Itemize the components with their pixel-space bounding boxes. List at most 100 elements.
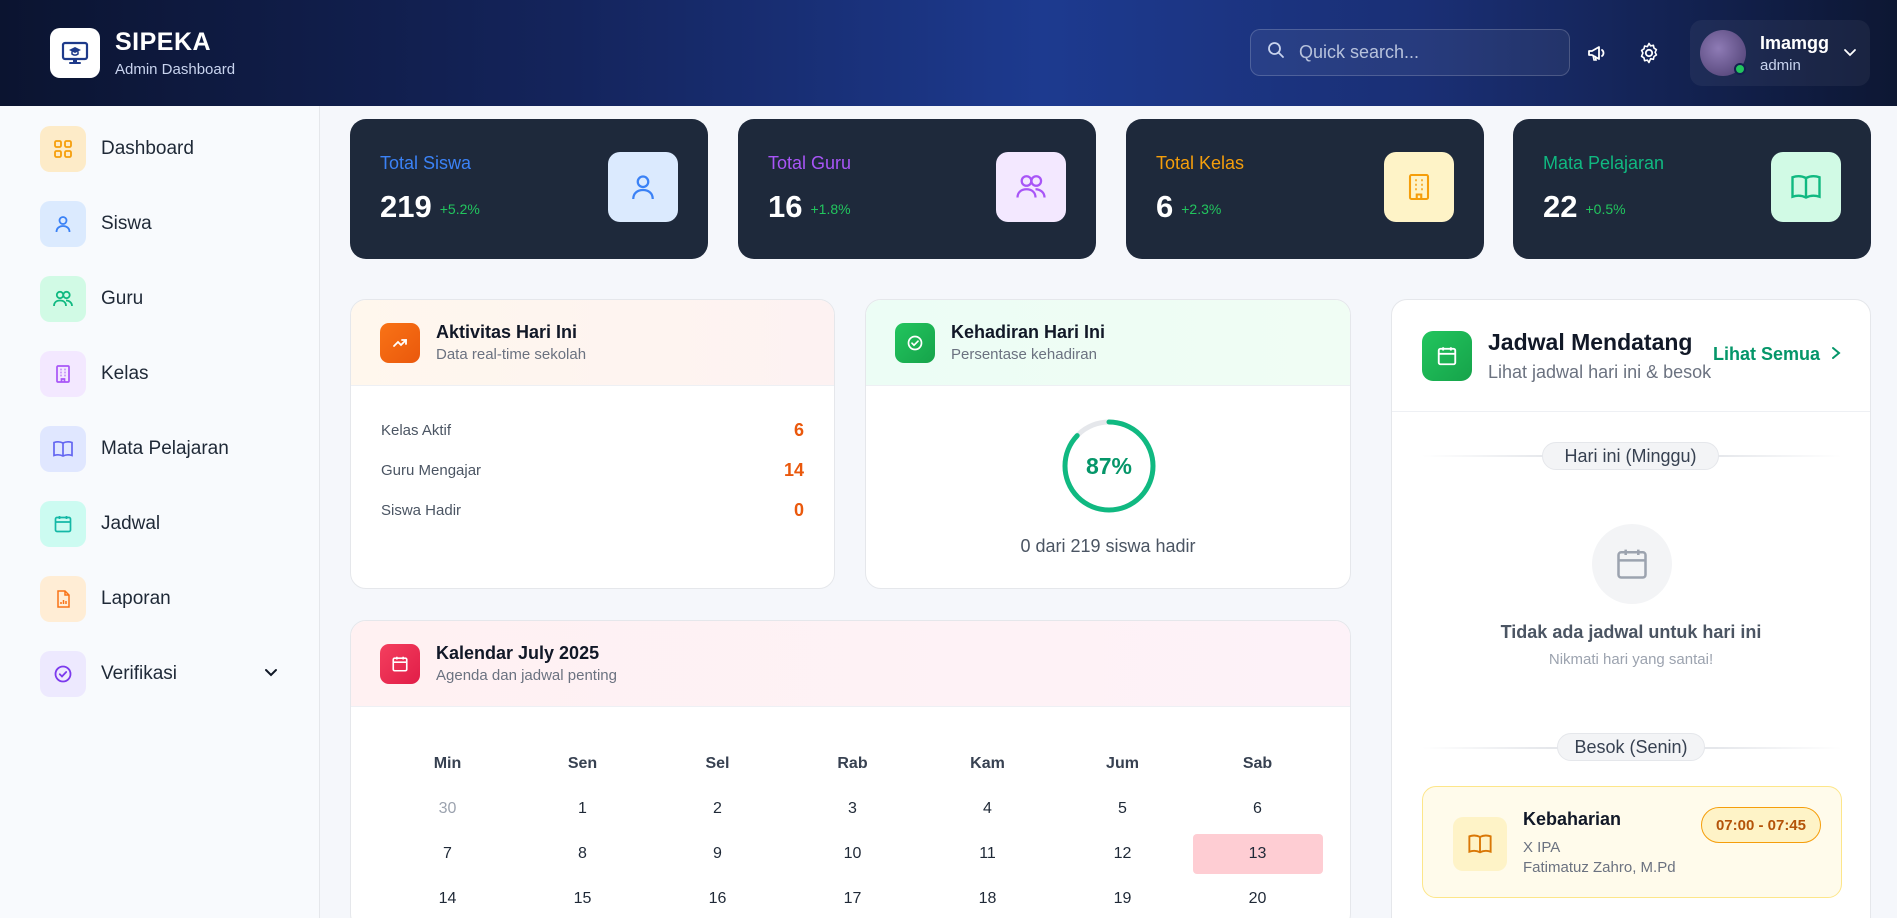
calendar-day[interactable]: 19 [1055, 890, 1190, 908]
schedule-panel: Jadwal Mendatang Lihat jadwal hari ini &… [1391, 299, 1871, 918]
online-status-dot [1734, 63, 1746, 75]
today-label: Hari ini (Minggu) [1542, 442, 1719, 470]
user-icon [608, 152, 678, 222]
calendar-day-today[interactable]: 13 [1190, 833, 1325, 874]
user-name: Imamgg [1760, 32, 1830, 53]
weekday-label: Rab [837, 754, 868, 772]
calendar-day[interactable]: 1 [515, 800, 650, 818]
calendar-day[interactable]: 17 [785, 890, 920, 908]
calendar-day[interactable]: 8 [515, 845, 650, 863]
empty-title: Tidak ada jadwal untuk hari ini [1500, 622, 1762, 642]
sidebar-item-verifikasi[interactable]: Verifikasi [40, 649, 280, 699]
activity-label: Siswa Hadir [381, 501, 462, 519]
weekday-label: Kam [970, 754, 1005, 772]
book-icon [40, 426, 86, 472]
monitor-graduation-icon [50, 28, 100, 78]
weekday-label: Sab [1242, 754, 1273, 772]
calendar-day[interactable]: 15 [515, 890, 650, 908]
calendar-day[interactable]: 20 [1190, 890, 1325, 908]
calendar-day[interactable]: 6 [1190, 800, 1325, 818]
stat-value: 219 +5.2% [380, 189, 480, 225]
calendar-day[interactable]: 9 [650, 845, 785, 863]
stat-change: +2.3% [1181, 200, 1222, 217]
stat-card-total-siswa[interactable]: Total Siswa 219 +5.2% [350, 119, 708, 259]
top-header: SIPEKA Admin Dashboard Imamgg admin [0, 0, 1897, 106]
chevron-down-icon[interactable] [1842, 44, 1858, 65]
schedule-card[interactable]: Kebaharian X IPA Fatimatuz Zahro, M.Pd 0… [1422, 786, 1842, 898]
calendar-day[interactable]: 16 [650, 890, 785, 908]
activity-row: Guru Mengajar 14 [381, 458, 804, 482]
stat-value: 16 +1.8% [768, 189, 851, 225]
stat-card-mata-pelajaran[interactable]: Mata Pelajaran 22 +0.5% [1513, 119, 1871, 259]
gear-icon[interactable] [1636, 40, 1662, 66]
sidebar-item-kelas[interactable]: Kelas [40, 349, 280, 399]
panel-subtitle: Agenda dan jadwal penting [436, 667, 617, 684]
view-all-label: Lihat Semua [1712, 344, 1820, 364]
tomorrow-label: Besok (Senin) [1557, 733, 1705, 761]
calendar-day[interactable]: 4 [920, 800, 1055, 818]
app-subtitle: Admin Dashboard [115, 61, 236, 78]
activity-value: 14 [783, 459, 804, 480]
search-input[interactable] [1299, 42, 1539, 63]
calendar-day[interactable]: 14 [380, 890, 515, 908]
calendar-panel: Kalendar July 2025 Agenda dan jadwal pen… [350, 620, 1351, 918]
stat-change: +0.5% [1585, 200, 1626, 217]
stat-title: Total Guru [768, 153, 852, 173]
calendar-day[interactable]: 2 [650, 800, 785, 818]
sidebar-item-dashboard[interactable]: Dashboard [40, 124, 280, 174]
check-circle-icon [895, 322, 935, 363]
stat-number: 219 [380, 189, 432, 224]
calendar-day[interactable]: 11 [920, 845, 1055, 863]
calendar-day[interactable]: 10 [785, 845, 920, 863]
user-menu[interactable]: Imamgg admin [1690, 20, 1870, 86]
schedule-subject: Kebaharian [1523, 809, 1622, 829]
panel-subtitle: Data real-time sekolah [436, 346, 587, 363]
calendar-day[interactable]: 30 [380, 800, 515, 818]
sidebar-item-label: Verifikasi [101, 663, 178, 684]
stat-title: Total Siswa [380, 153, 472, 173]
book-icon [1771, 152, 1841, 222]
stat-title: Total Kelas [1156, 153, 1245, 173]
sidebar-item-label: Mata Pelajaran [101, 438, 229, 459]
calendar-day[interactable]: 7 [380, 845, 515, 863]
activity-value: 0 [793, 499, 804, 520]
sidebar-item-mata-pelajaran[interactable]: Mata Pelajaran [40, 424, 280, 474]
megaphone-icon[interactable] [1585, 40, 1611, 66]
sidebar-item-siswa[interactable]: Siswa [40, 199, 280, 249]
chevron-down-icon[interactable] [262, 663, 280, 686]
sidebar-item-jadwal[interactable]: Jadwal [40, 499, 280, 549]
search-box[interactable] [1250, 29, 1570, 76]
panel-header: Jadwal Mendatang Lihat jadwal hari ini &… [1392, 300, 1870, 412]
sidebar-item-laporan[interactable]: Laporan [40, 574, 280, 624]
calendar-day[interactable]: 3 [785, 800, 920, 818]
calendar-day[interactable]: 5 [1055, 800, 1190, 818]
weekday-label: Sen [567, 754, 598, 772]
activity-row: Siswa Hadir 0 [381, 498, 804, 522]
panel-title: Jadwal Mendatang [1488, 328, 1693, 355]
sidebar-item-guru[interactable]: Guru [40, 274, 280, 324]
attendance-ring: 87% [1061, 418, 1157, 514]
stat-number: 22 [1543, 189, 1578, 224]
activity-value: 6 [793, 419, 804, 440]
stat-value: 6 +2.3% [1156, 189, 1221, 225]
stat-card-total-guru[interactable]: Total Guru 16 +1.8% [738, 119, 1096, 259]
today-highlight: 13 [1192, 833, 1323, 874]
book-icon [1453, 817, 1507, 871]
sidebar-item-label: Jadwal [101, 513, 161, 534]
calendar-day[interactable]: 12 [1055, 845, 1190, 863]
app-title: SIPEKA [115, 28, 212, 56]
panel-header: Kehadiran Hari Ini Persentase kehadiran [866, 300, 1350, 386]
stat-number: 6 [1156, 189, 1174, 224]
panel-header: Kalendar July 2025 Agenda dan jadwal pen… [351, 621, 1350, 707]
attendance-percent: 87% [1085, 452, 1133, 479]
users-icon [40, 276, 86, 322]
brand[interactable]: SIPEKA Admin Dashboard [50, 28, 235, 78]
sidebar: Dashboard Siswa Guru Kelas Mata Pelajara… [0, 106, 320, 918]
panel-title: Aktivitas Hari Ini [436, 322, 578, 342]
calendar-day[interactable]: 18 [920, 890, 1055, 908]
stat-card-total-kelas[interactable]: Total Kelas 6 +2.3% [1126, 119, 1484, 259]
avatar [1700, 30, 1746, 76]
view-all-link[interactable]: Lihat Semua [1713, 344, 1842, 365]
schedule-time-badge: 07:00 - 07:45 [1700, 807, 1821, 843]
sidebar-item-label: Siswa [101, 213, 152, 234]
